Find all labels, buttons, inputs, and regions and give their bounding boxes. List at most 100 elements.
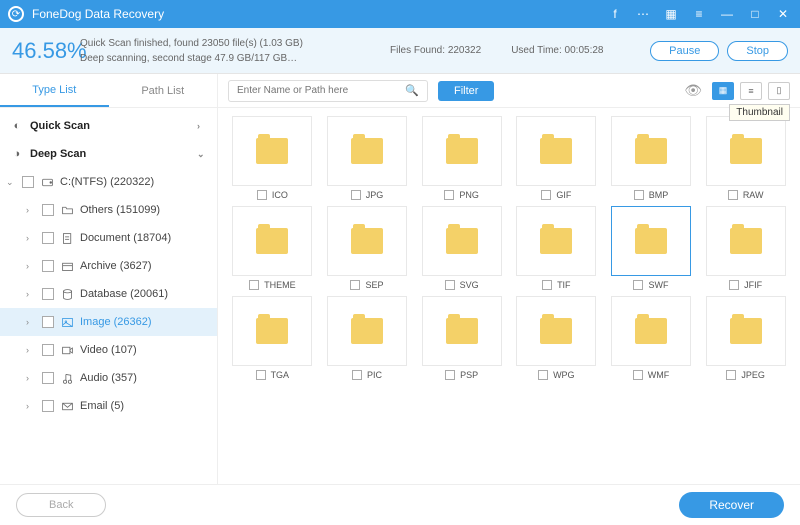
grid-item[interactable]: JPEG — [701, 296, 790, 380]
item-checkbox[interactable] — [728, 190, 738, 200]
folder-icon — [256, 228, 288, 254]
item-checkbox[interactable] — [352, 370, 362, 380]
recover-button[interactable]: Recover — [679, 492, 784, 518]
category-checkbox[interactable] — [42, 316, 54, 328]
folder-icon — [351, 228, 383, 254]
sidebar-item-archive[interactable]: ›Archive (3627) — [0, 252, 217, 280]
chevron-down-icon: ⌄ — [197, 149, 207, 160]
item-checkbox[interactable] — [351, 190, 361, 200]
back-button[interactable]: Back — [16, 493, 106, 517]
category-label: Video (107) — [80, 344, 137, 356]
drive-checkbox[interactable] — [22, 176, 34, 188]
grid-item[interactable]: SVG — [417, 206, 506, 290]
item-checkbox[interactable] — [350, 280, 360, 290]
chevron-right-icon: › — [26, 373, 36, 383]
folder-thumbnail — [422, 296, 502, 366]
facebook-icon[interactable]: f — [606, 5, 624, 23]
view-detail-button[interactable]: ▯ — [768, 82, 790, 100]
grid-item[interactable]: TGA — [228, 296, 317, 380]
item-checkbox[interactable] — [634, 190, 644, 200]
category-label: Archive (3627) — [80, 260, 152, 272]
item-checkbox[interactable] — [444, 190, 454, 200]
item-checkbox[interactable] — [249, 280, 259, 290]
quick-scan-node[interactable]: ◐ Quick Scan › — [0, 112, 217, 140]
item-checkbox[interactable] — [633, 370, 643, 380]
sidebar-item-doc[interactable]: ›Document (18704) — [0, 224, 217, 252]
menu-icon[interactable]: ≡ — [690, 5, 708, 23]
folder-thumbnail — [327, 116, 407, 186]
close-icon[interactable]: ✕ — [774, 5, 792, 23]
minimize-icon[interactable]: — — [718, 5, 736, 23]
item-checkbox[interactable] — [445, 280, 455, 290]
pause-button[interactable]: Pause — [650, 41, 719, 61]
folder-icon — [60, 204, 74, 217]
item-label: RAW — [743, 190, 764, 200]
category-checkbox[interactable] — [42, 204, 54, 216]
item-label: TGA — [271, 370, 290, 380]
grid-item[interactable]: THEME — [228, 206, 317, 290]
files-found-label: Files Found: — [390, 45, 445, 56]
sidebar-item-video[interactable]: ›Video (107) — [0, 336, 217, 364]
item-label: JPEG — [741, 370, 765, 380]
deep-scan-node[interactable]: ◑ Deep Scan ⌄ — [0, 140, 217, 168]
item-checkbox[interactable] — [542, 280, 552, 290]
folder-thumbnail — [232, 296, 312, 366]
item-checkbox[interactable] — [726, 370, 736, 380]
tab-type-list[interactable]: Type List — [0, 74, 109, 107]
grid-item[interactable]: GIF — [512, 116, 601, 200]
grid-item[interactable]: RAW — [701, 116, 790, 200]
tab-path-list[interactable]: Path List — [109, 74, 218, 107]
folder-thumbnail — [516, 116, 596, 186]
item-label: JFIF — [744, 280, 762, 290]
drive-node[interactable]: ⌄ C:(NTFS) (220322) — [0, 168, 217, 196]
search-input-wrap[interactable]: 🔍 — [228, 80, 428, 102]
item-label: ICO — [272, 190, 288, 200]
scan-status-2: Deep scanning, second stage 47.9 GB/117 … — [80, 51, 380, 66]
grid-item[interactable]: PNG — [417, 116, 506, 200]
item-checkbox[interactable] — [541, 190, 551, 200]
grid-item[interactable]: ICO — [228, 116, 317, 200]
sidebar-item-image[interactable]: ›Image (26362) — [0, 308, 217, 336]
item-label: WMF — [648, 370, 670, 380]
files-found-value: 220322 — [448, 45, 481, 56]
grid-item[interactable]: JPG — [323, 116, 412, 200]
sidebar-item-email[interactable]: ›Email (5) — [0, 392, 217, 420]
category-checkbox[interactable] — [42, 372, 54, 384]
category-checkbox[interactable] — [42, 344, 54, 356]
view-thumbnail-button[interactable]: ▦ — [712, 82, 734, 100]
save-icon[interactable]: ▦ — [662, 5, 680, 23]
grid-item[interactable]: TIF — [512, 206, 601, 290]
grid-item[interactable]: WPG — [512, 296, 601, 380]
maximize-icon[interactable]: □ — [746, 5, 764, 23]
filter-button[interactable]: Filter — [438, 81, 494, 101]
folder-icon — [635, 138, 667, 164]
grid-item[interactable]: SEP — [323, 206, 412, 290]
grid-item[interactable]: PSP — [417, 296, 506, 380]
search-input[interactable] — [237, 85, 399, 96]
sidebar-item-db[interactable]: ›Database (20061) — [0, 280, 217, 308]
feedback-icon[interactable]: ⋯ — [634, 5, 652, 23]
preview-icon[interactable]: 👁 — [684, 82, 702, 99]
grid-item[interactable]: PIC — [323, 296, 412, 380]
grid-item[interactable]: WMF — [607, 296, 696, 380]
sidebar-item-folder[interactable]: ›Others (151099) — [0, 196, 217, 224]
folder-icon — [446, 138, 478, 164]
image-icon — [60, 316, 74, 329]
chevron-right-icon: › — [26, 401, 36, 411]
category-checkbox[interactable] — [42, 288, 54, 300]
stop-button[interactable]: Stop — [727, 41, 788, 61]
view-list-button[interactable]: ≡ — [740, 82, 762, 100]
item-checkbox[interactable] — [445, 370, 455, 380]
item-checkbox[interactable] — [633, 280, 643, 290]
item-checkbox[interactable] — [257, 190, 267, 200]
grid-item[interactable]: SWF — [607, 206, 696, 290]
sidebar-item-audio[interactable]: ›Audio (357) — [0, 364, 217, 392]
category-checkbox[interactable] — [42, 400, 54, 412]
item-checkbox[interactable] — [256, 370, 266, 380]
category-checkbox[interactable] — [42, 260, 54, 272]
item-checkbox[interactable] — [729, 280, 739, 290]
grid-item[interactable]: BMP — [607, 116, 696, 200]
grid-item[interactable]: JFIF — [701, 206, 790, 290]
item-checkbox[interactable] — [538, 370, 548, 380]
category-checkbox[interactable] — [42, 232, 54, 244]
